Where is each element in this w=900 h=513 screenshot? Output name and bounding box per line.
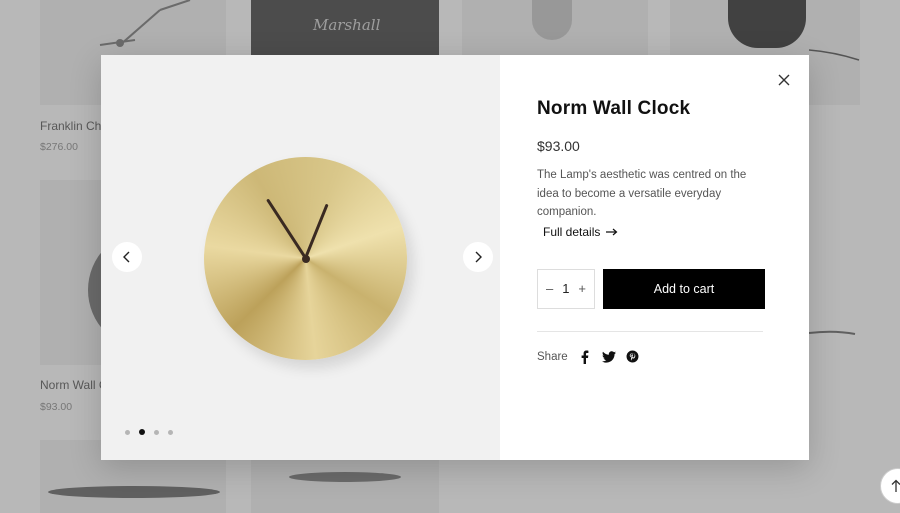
divider [537, 330, 763, 332]
twitter-share-button[interactable] [601, 350, 616, 364]
product-price: $93.00 [537, 138, 580, 154]
gallery-next-button[interactable] [463, 242, 493, 272]
product-description: The Lamp's aesthetic was centred on the … [537, 169, 747, 218]
product-title: Norm Wall Clock [537, 98, 691, 119]
add-to-cart-button[interactable]: Add to cart [603, 268, 765, 309]
gallery-pagination [125, 429, 173, 435]
clock-hour-hand [266, 198, 307, 259]
gallery-dot-2[interactable] [139, 429, 145, 435]
product-details: Norm Wall Clock $93.00 The Lamp's aesthe… [500, 55, 809, 460]
clock-center-pin [302, 255, 310, 263]
clock-minute-hand [304, 203, 329, 259]
pinterest-share-button[interactable] [626, 350, 640, 364]
arrow-up-icon [891, 479, 900, 492]
facebook-icon [581, 350, 589, 364]
twitter-icon [601, 350, 616, 363]
gallery-dot-1[interactable] [125, 429, 130, 435]
quick-view-modal: Norm Wall Clock $93.00 The Lamp's aesthe… [101, 55, 809, 460]
quantity-decrease-button[interactable]: – [546, 281, 553, 296]
full-details-link[interactable]: Full details [543, 225, 618, 239]
gallery-prev-button[interactable] [112, 242, 142, 272]
chevron-right-icon [475, 251, 482, 263]
arrow-right-icon [606, 228, 618, 235]
facebook-share-button[interactable] [578, 350, 592, 364]
gallery-dot-4[interactable] [168, 429, 173, 435]
add-to-cart-row: – 1 + Add to cart [537, 268, 769, 309]
close-icon [778, 74, 790, 86]
full-details-label: Full details [543, 224, 601, 239]
chevron-left-icon [123, 251, 130, 263]
share-label: Share [537, 350, 568, 363]
share-row: Share [537, 350, 769, 364]
gallery-dot-3[interactable] [154, 429, 159, 435]
close-button[interactable] [775, 71, 793, 89]
quantity-stepper: – 1 + [537, 268, 595, 309]
product-gallery [101, 55, 500, 460]
product-image-clock [204, 157, 407, 360]
quantity-value[interactable]: 1 [562, 281, 569, 296]
pinterest-icon [626, 350, 639, 363]
quantity-increase-button[interactable]: + [578, 281, 586, 296]
